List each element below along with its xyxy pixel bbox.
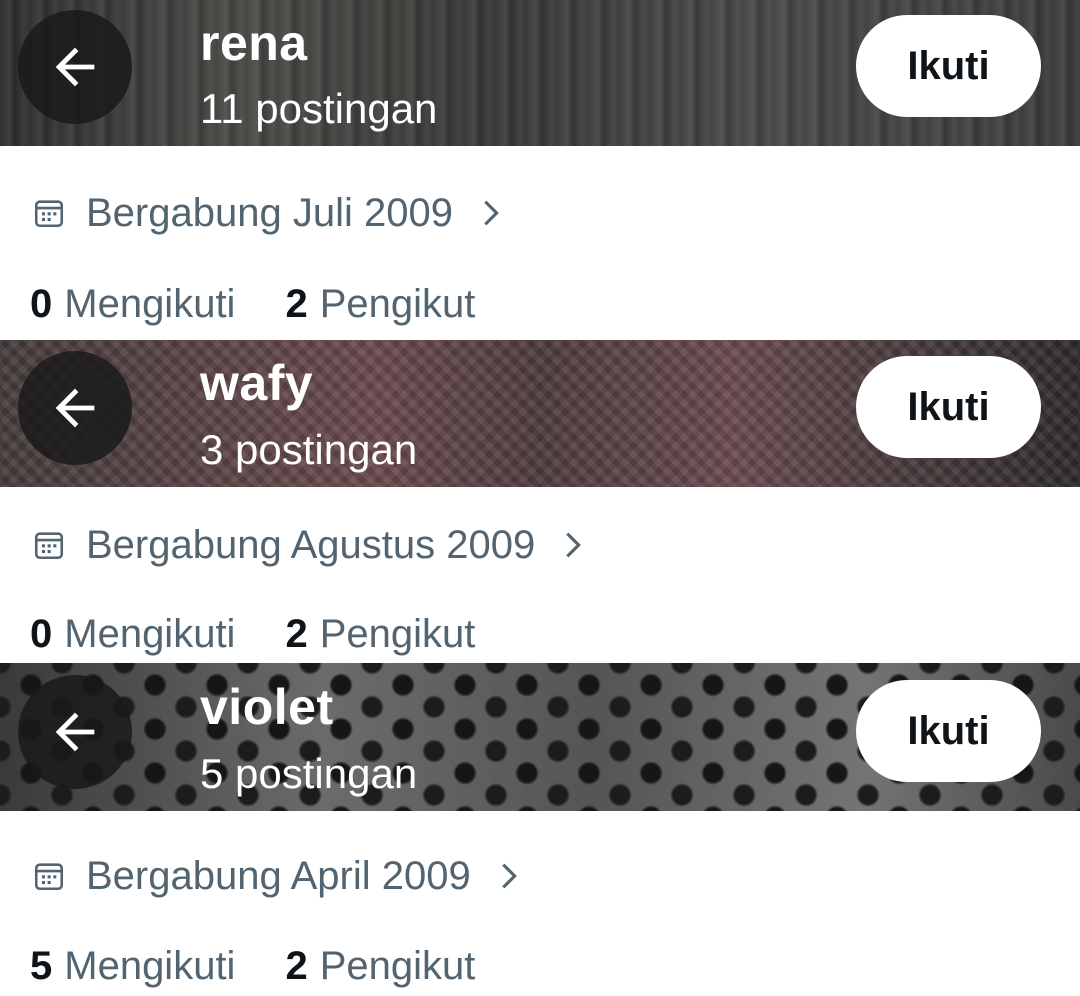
following-label: Mengikuti (64, 282, 236, 326)
post-count: 5 postingan (200, 750, 418, 797)
chevron-right-icon (501, 863, 517, 889)
profile-banner: wafy 3 postingan Ikuti (0, 340, 1080, 487)
joined-text: Bergabung Agustus 2009 (86, 523, 536, 567)
following-label: Mengikuti (64, 944, 236, 988)
joined-text: Bergabung April 2009 (86, 854, 471, 898)
followers-label: Pengikut (319, 944, 476, 988)
arrow-left-icon (55, 388, 95, 428)
follow-button[interactable]: Ikuti (856, 15, 1041, 117)
chevron-right-icon (566, 532, 582, 558)
followers-count: 2 (285, 282, 308, 326)
followers-label: Pengikut (319, 612, 476, 656)
back-button[interactable] (18, 10, 132, 124)
followers-link[interactable]: 2 Pengikut (285, 614, 475, 654)
back-button[interactable] (18, 351, 132, 465)
followers-count: 2 (285, 944, 308, 988)
arrow-left-icon (55, 712, 95, 752)
follow-button[interactable]: Ikuti (856, 356, 1041, 458)
profile-banner: rena 11 postingan Ikuti (0, 0, 1080, 146)
followers-link[interactable]: 2 Pengikut (285, 284, 475, 324)
following-link[interactable]: 5 Mengikuti (30, 946, 235, 986)
calendar-icon (34, 200, 64, 228)
calendar-icon (34, 532, 64, 560)
profile-name: wafy (200, 355, 314, 411)
profile-card-rena: rena 11 postingan Ikuti Bergabung Juli 2… (0, 0, 1080, 340)
back-button[interactable] (18, 675, 132, 789)
joined-date[interactable]: Bergabung Agustus 2009 (32, 525, 587, 565)
followers-count: 2 (285, 612, 308, 656)
joined-date[interactable]: Bergabung April 2009 (32, 856, 523, 896)
post-count: 11 postingan (200, 85, 438, 132)
profile-card-wafy: wafy 3 postingan Ikuti Bergabung Agustus… (0, 340, 1080, 663)
follow-stats: 0 Mengikuti 2 Pengikut (30, 284, 475, 324)
joined-text: Bergabung Juli 2009 (86, 191, 453, 235)
following-count: 0 (30, 612, 53, 656)
arrow-left-icon (55, 47, 95, 87)
following-link[interactable]: 0 Mengikuti (30, 614, 235, 654)
following-label: Mengikuti (64, 612, 236, 656)
profile-name: rena (200, 15, 308, 71)
joined-date[interactable]: Bergabung Juli 2009 (32, 193, 505, 233)
follow-stats: 5 Mengikuti 2 Pengikut (30, 946, 475, 986)
calendar-icon (34, 863, 64, 891)
following-count: 5 (30, 944, 53, 988)
follow-button[interactable]: Ikuti (856, 680, 1041, 782)
following-link[interactable]: 0 Mengikuti (30, 284, 235, 324)
chevron-right-icon (484, 200, 499, 226)
profile-banner: violet 5 postingan Ikuti (0, 663, 1080, 811)
follow-stats: 0 Mengikuti 2 Pengikut (30, 614, 475, 654)
post-count: 3 postingan (200, 426, 418, 473)
profile-card-violet: violet 5 postingan Ikuti Bergabung April… (0, 663, 1080, 996)
profile-name: violet (200, 679, 334, 735)
followers-link[interactable]: 2 Pengikut (285, 946, 475, 986)
followers-label: Pengikut (319, 282, 476, 326)
following-count: 0 (30, 282, 53, 326)
